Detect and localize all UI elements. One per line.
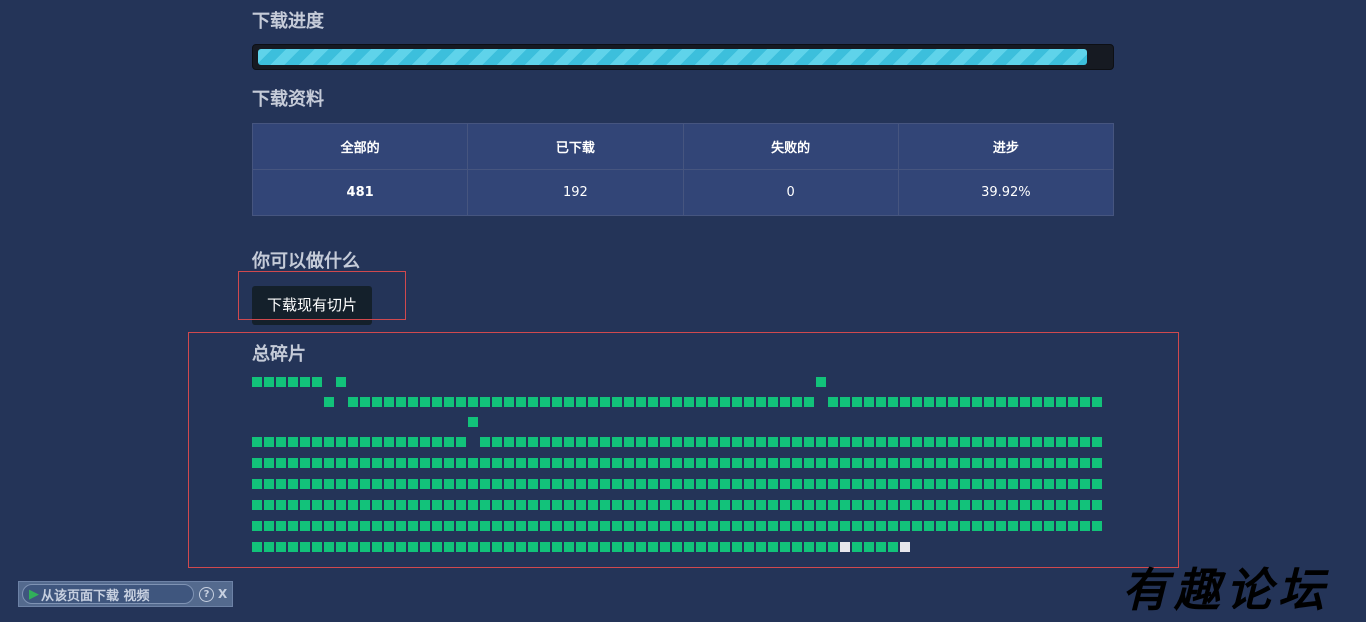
stats-value-row: 481 192 0 39.92% (251, 169, 1115, 216)
download-video-label: 从该页面下载 视频 (41, 588, 150, 604)
help-icon[interactable]: ? (199, 586, 214, 602)
value-progress: 39.92% (897, 169, 1115, 216)
progress-bar (252, 44, 1114, 70)
value-failed: 0 (682, 169, 899, 216)
page: 下载进度 下载资料 全部的 已下载 失败的 进步 481 192 0 39.92… (0, 0, 1366, 622)
highlight-box-fragments (188, 332, 1179, 568)
play-icon: ▶ (29, 586, 39, 602)
download-stats-table: 全部的 已下载 失败的 进步 481 192 0 39.92% (251, 123, 1115, 216)
progress-title: 下载进度 (252, 11, 324, 32)
value-downloaded: 192 (467, 169, 684, 216)
watermark-logo: 有趣论坛 (1122, 563, 1330, 617)
highlight-box-actions (238, 271, 406, 320)
close-icon[interactable]: X (218, 587, 227, 601)
video-download-toolbar: ▶ 从该页面下载 视频 ? X (18, 581, 233, 607)
stats-header-row: 全部的 已下载 失败的 进步 (251, 123, 1115, 170)
download-video-button[interactable]: ▶ 从该页面下载 视频 (22, 584, 194, 604)
value-total: 481 (251, 169, 469, 216)
header-downloaded: 已下载 (467, 123, 684, 170)
header-failed: 失败的 (682, 123, 899, 170)
header-progress: 进步 (897, 123, 1115, 170)
header-total: 全部的 (251, 123, 469, 170)
progress-bar-fill (258, 49, 1087, 65)
stats-title: 下载资料 (252, 89, 324, 110)
